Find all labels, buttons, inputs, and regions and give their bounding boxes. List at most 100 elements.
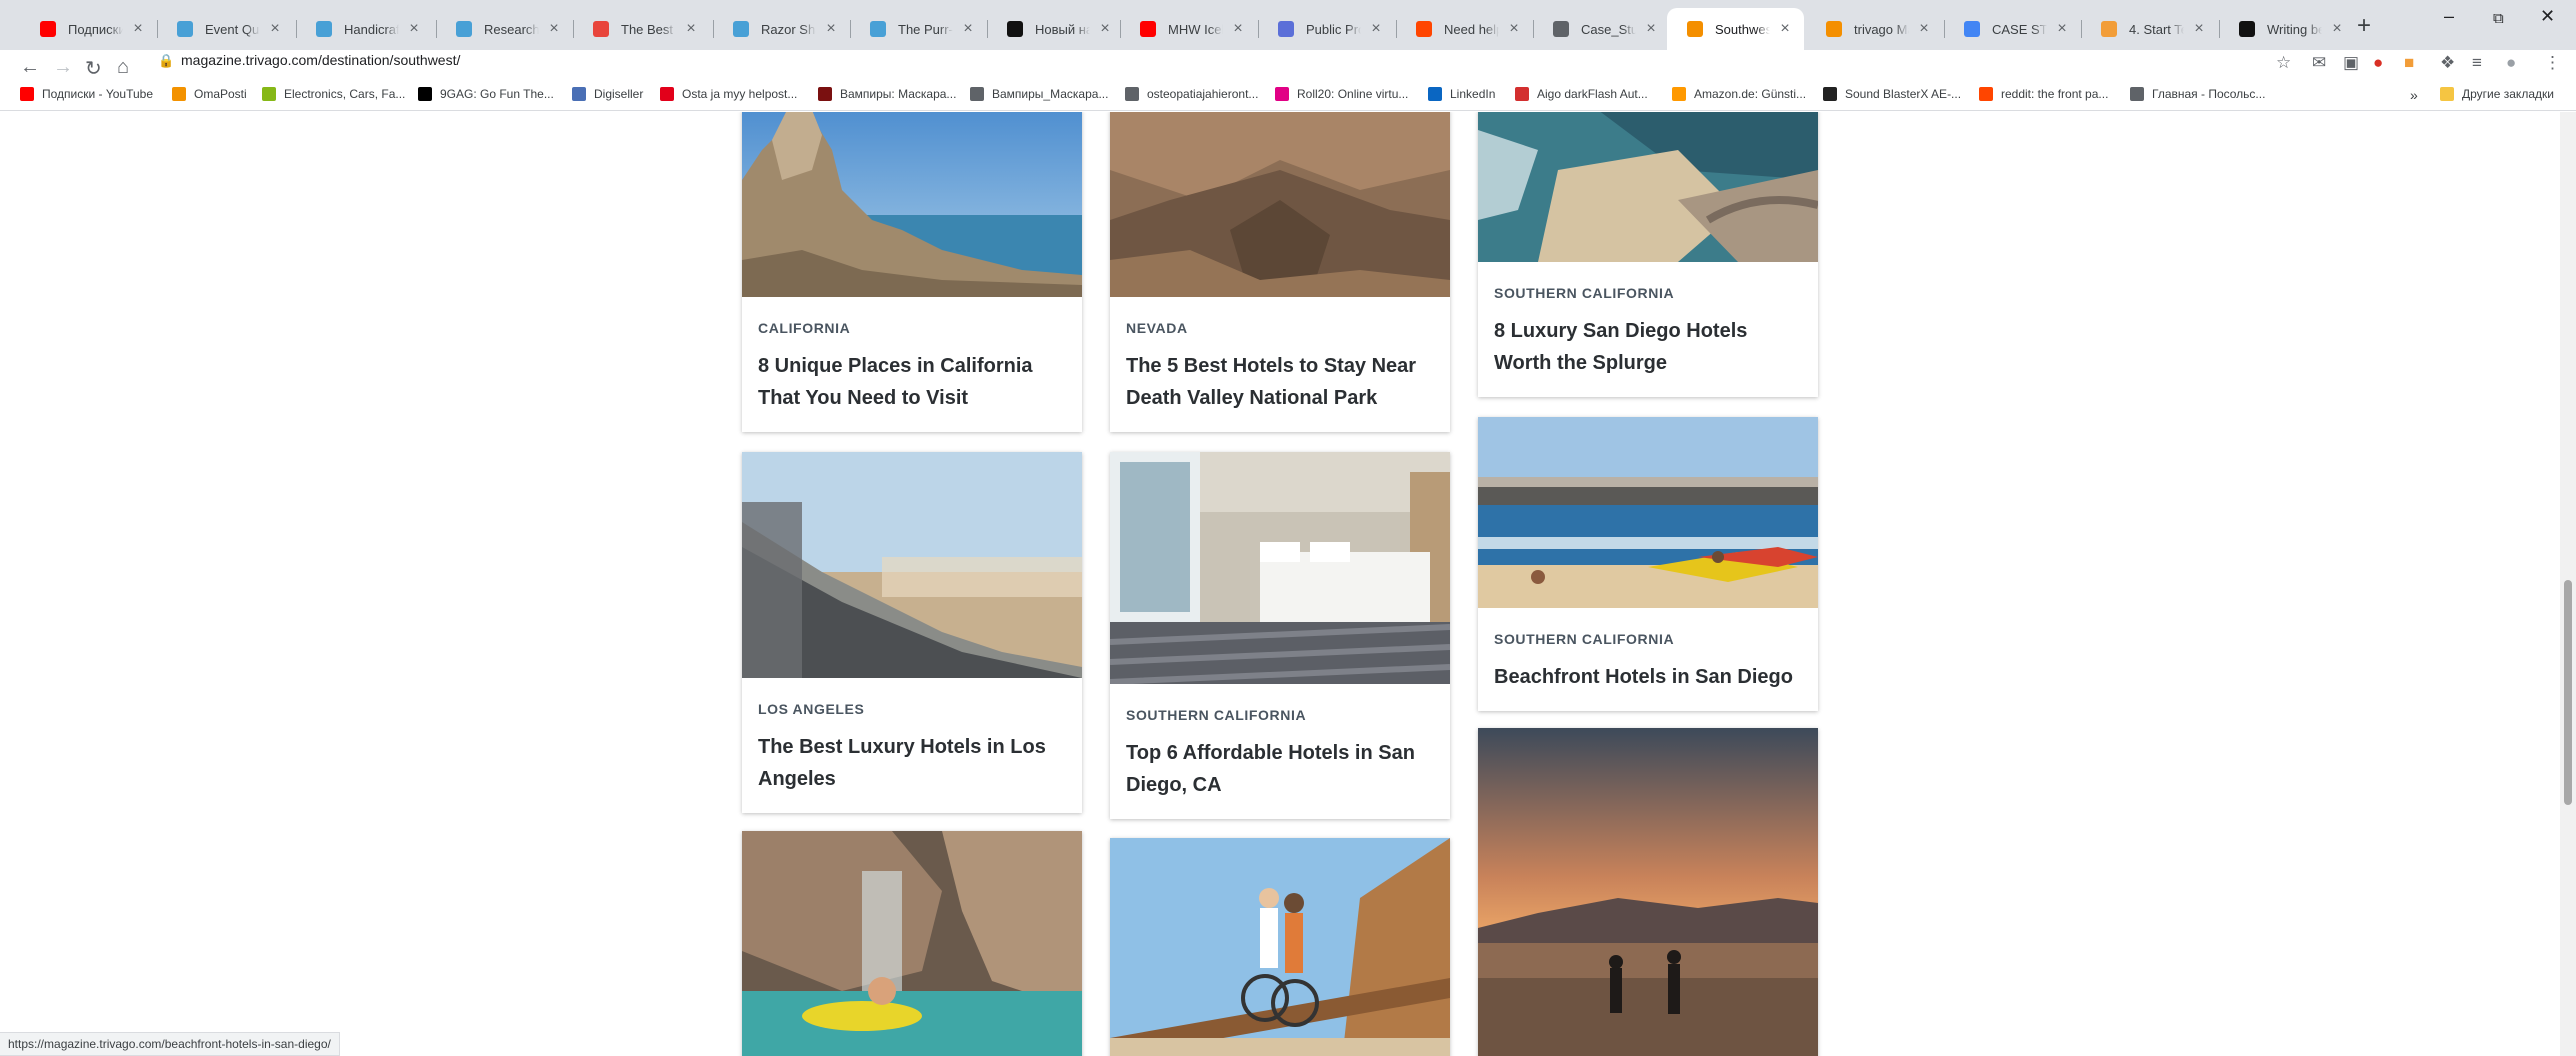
star-icon[interactable]: ☆ — [2276, 53, 2291, 73]
bookmark-item[interactable]: Подписки - YouTube — [20, 87, 153, 101]
close-icon[interactable]: × — [129, 20, 147, 38]
mail-icon[interactable]: ✉ — [2312, 53, 2326, 73]
bookmark-item[interactable]: 9GAG: Go Fun The... — [418, 87, 554, 101]
back-icon[interactable]: ← — [20, 56, 40, 79]
close-icon[interactable]: × — [1367, 20, 1385, 38]
tab[interactable]: trivago Magazine × — [1806, 8, 1943, 50]
menu-icon[interactable]: ⋮ — [2544, 53, 2561, 73]
bookmark-item[interactable]: Osta ja myy helpost... — [660, 87, 797, 101]
tab-label: trivago Magazine — [1854, 21, 1909, 37]
rss-icon[interactable]: ■ — [2404, 53, 2414, 73]
article-title[interactable]: Beachfront Hotels in San Diego — [1478, 647, 1818, 711]
article-card[interactable] — [1110, 838, 1450, 1056]
close-window-icon[interactable]: ✕ — [2540, 6, 2555, 27]
other-bookmarks[interactable]: Другие закладки — [2440, 87, 2554, 101]
tab[interactable]: Writing better × — [2219, 8, 2356, 50]
tab[interactable]: Event Questions × — [157, 8, 294, 50]
close-icon[interactable]: × — [2328, 20, 2346, 38]
article-image — [742, 831, 1082, 1056]
more-bookmarks-icon[interactable]: » — [2410, 87, 2418, 103]
avatar[interactable]: ● — [2506, 53, 2516, 73]
close-icon[interactable]: × — [822, 20, 840, 38]
bookmark-label: 9GAG: Go Fun The... — [440, 87, 554, 101]
tab[interactable]: Подписки - YouTube × — [20, 8, 157, 50]
extension-icon[interactable]: ▣ — [2343, 53, 2359, 73]
tab[interactable]: CASE STUDY × — [1944, 8, 2081, 50]
tab[interactable]: Case_Study_ × — [1533, 8, 1670, 50]
article-card[interactable] — [742, 831, 1082, 1056]
tab[interactable]: The Best Weekend × — [573, 8, 710, 50]
article-title[interactable]: 8 Luxury San Diego Hotels Worth the Splu… — [1478, 301, 1818, 397]
bookmark-item[interactable]: Главная - Посольс... — [2130, 87, 2265, 101]
tab[interactable]: Handicraft Cities × — [296, 8, 433, 50]
bookmark-item[interactable]: Aigo darkFlash Aut... — [1515, 87, 1648, 101]
tab[interactable]: The Purr-fect × — [850, 8, 987, 50]
lock-icon[interactable]: 🔒 — [158, 53, 174, 69]
article-title[interactable]: 8 Unique Places in California That You N… — [742, 336, 1082, 432]
close-icon[interactable]: × — [1776, 20, 1794, 38]
restore-icon[interactable]: ⧉ — [2493, 10, 2504, 27]
puzzle-icon[interactable]: ❖ — [2440, 53, 2455, 73]
bookmark-item[interactable]: Roll20: Online virtu... — [1275, 87, 1408, 101]
article-card[interactable] — [1478, 728, 1818, 1056]
close-icon[interactable]: × — [1229, 20, 1247, 38]
article-card[interactable]: LOS ANGELES The Best Luxury Hotels in Lo… — [742, 452, 1082, 813]
article-title[interactable]: The Best Luxury Hotels in Los Angeles — [742, 717, 1082, 813]
tab[interactable]: Новый накал × — [987, 8, 1124, 50]
bookmark-item[interactable]: Sound BlasterX AE-... — [1823, 87, 1961, 101]
bookmark-item[interactable]: osteopatiajahieront... — [1125, 87, 1258, 101]
close-icon[interactable]: × — [1096, 20, 1114, 38]
bookmark-item[interactable]: OmaPosti — [172, 87, 247, 101]
bookmark-favicon-icon — [1275, 87, 1289, 101]
close-icon[interactable]: × — [959, 20, 977, 38]
bookmark-item[interactable]: Вампиры: Маскара... — [818, 87, 956, 101]
article-title[interactable]: Top 6 Affordable Hotels in San Diego, CA — [1110, 723, 1450, 819]
new-tab-button[interactable]: + — [2357, 12, 2371, 40]
bookmark-item[interactable]: Вампиры_Маскара... — [970, 87, 1108, 101]
close-icon[interactable]: × — [682, 20, 700, 38]
tab[interactable]: Razor Sharp Focus × — [713, 8, 850, 50]
article-title[interactable]: The 5 Best Hotels to Stay Near Death Val… — [1110, 336, 1450, 432]
lastpass-icon[interactable]: ● — [2373, 53, 2383, 73]
bookmark-label: Digiseller — [594, 87, 644, 101]
bookmark-item[interactable]: Amazon.de: Günsti... — [1672, 87, 1806, 101]
close-icon[interactable]: × — [1915, 20, 1933, 38]
close-icon[interactable]: × — [405, 20, 423, 38]
trivago-bars-icon — [1826, 21, 1842, 37]
article-card[interactable]: CALIFORNIA 8 Unique Places in California… — [742, 112, 1082, 432]
bookmark-item[interactable]: Digiseller — [572, 87, 643, 101]
reading-list-icon[interactable]: ≡ — [2472, 53, 2482, 73]
close-icon[interactable]: × — [266, 20, 284, 38]
tab[interactable]: Research Content × — [436, 8, 573, 50]
tab[interactable]: 4. Start Test Run × — [2081, 8, 2218, 50]
close-icon[interactable]: × — [1505, 20, 1523, 38]
close-icon[interactable]: × — [2053, 20, 2071, 38]
bookmark-item[interactable]: Electronics, Cars, Fa... — [262, 87, 405, 101]
bookmark-label: Electronics, Cars, Fa... — [284, 87, 406, 101]
bookmark-label: osteopatiajahieront... — [1147, 87, 1259, 101]
kinopoisk-icon — [1007, 21, 1023, 37]
tab[interactable]: MHW Iceborne × — [1120, 8, 1257, 50]
bookmark-label: Вампиры_Маскара... — [992, 87, 1109, 101]
tab-label: The Purr-fect — [898, 21, 953, 37]
article-image — [1110, 838, 1450, 1056]
tab[interactable]: Public Profile × — [1258, 8, 1395, 50]
close-icon[interactable]: × — [1642, 20, 1660, 38]
minimize-icon[interactable]: – — [2444, 6, 2454, 27]
address-bar[interactable]: magazine.trivago.com/destination/southwe… — [181, 52, 460, 68]
article-card[interactable]: SOUTHERN CALIFORNIA Top 6 Affordable Hot… — [1109, 452, 1451, 819]
bookmark-item[interactable]: reddit: the front pa... — [1979, 87, 2108, 101]
article-card[interactable]: SOUTHERN CALIFORNIA 8 Luxury San Diego H… — [1478, 112, 1819, 397]
close-icon[interactable]: × — [2190, 20, 2208, 38]
article-card[interactable]: NEVADA The 5 Best Hotels to Stay Near De… — [1110, 112, 1450, 432]
tab[interactable]: Southwest × — [1667, 8, 1804, 50]
scrollbar[interactable] — [2560, 112, 2576, 1056]
article-card[interactable]: SOUTHERN CALIFORNIA Beachfront Hotels in… — [1478, 417, 1818, 711]
forward-icon[interactable]: → — [53, 56, 73, 79]
bookmark-item[interactable]: LinkedIn — [1428, 87, 1495, 101]
close-icon[interactable]: × — [545, 20, 563, 38]
home-icon[interactable]: ⌂ — [117, 56, 129, 79]
reload-icon[interactable]: ↻ — [85, 56, 102, 81]
scrollbar-thumb[interactable] — [2564, 580, 2572, 805]
tab[interactable]: Need help with × — [1396, 8, 1533, 50]
